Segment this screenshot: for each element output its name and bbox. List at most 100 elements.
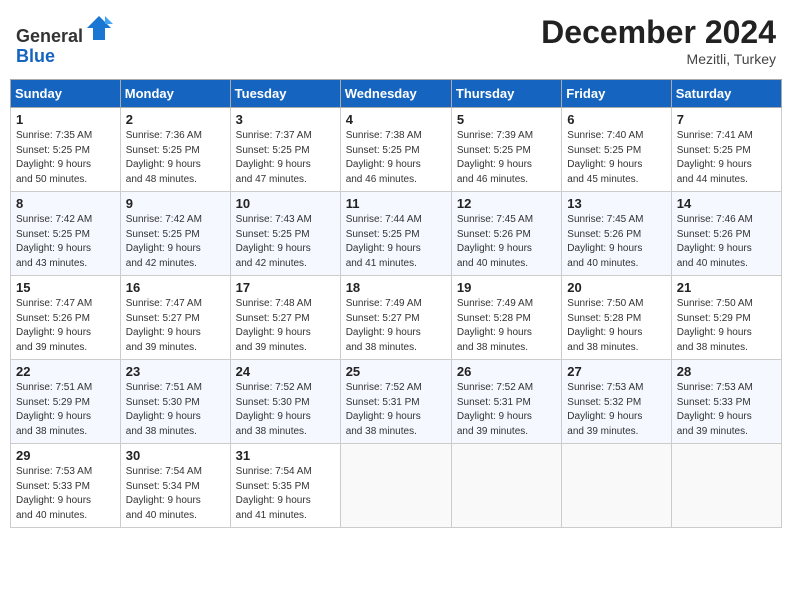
day-info: Sunrise: 7:42 AMSunset: 5:25 PMDaylight:… bbox=[126, 214, 202, 269]
calendar-header-row: Sunday Monday Tuesday Wednesday Thursday… bbox=[11, 80, 782, 108]
empty-cell bbox=[451, 444, 561, 528]
table-row: 4Sunrise: 7:38 AMSunset: 5:25 PMDaylight… bbox=[340, 108, 451, 192]
day-info: Sunrise: 7:50 AMSunset: 5:29 PMDaylight:… bbox=[677, 298, 753, 353]
day-number: 29 bbox=[16, 448, 115, 463]
day-number: 26 bbox=[457, 364, 556, 379]
table-row: 17 Sunrise: 7:48 AMSunset: 5:27 PMDayligh… bbox=[230, 276, 340, 360]
day-number: 9 bbox=[126, 196, 225, 211]
empty-cell bbox=[340, 444, 451, 528]
location-subtitle: Mezitli, Turkey bbox=[541, 51, 776, 67]
day-info: Sunrise: 7:37 AMSunset: 5:25 PMDaylight:… bbox=[236, 130, 312, 185]
day-info: Sunrise: 7:44 AMSunset: 5:25 PMDaylight:… bbox=[346, 214, 422, 269]
table-row: 3Sunrise: 7:37 AMSunset: 5:25 PMDaylight… bbox=[230, 108, 340, 192]
day-number: 16 bbox=[126, 280, 225, 295]
table-row: 18 Sunrise: 7:49 AMSunset: 5:27 PMDayligh… bbox=[340, 276, 451, 360]
day-info: Sunrise: 7:35 AMSunset: 5:25 PMDaylight:… bbox=[16, 130, 92, 185]
day-number: 13 bbox=[567, 196, 665, 211]
table-row: 6 Sunrise: 7:40 AMSunset: 5:25 PMDaylight… bbox=[562, 108, 671, 192]
day-number: 25 bbox=[346, 364, 446, 379]
day-info: Sunrise: 7:43 AMSunset: 5:25 PMDaylight:… bbox=[236, 214, 312, 269]
table-row: 26 Sunrise: 7:52 AMSunset: 5:31 PMDayligh… bbox=[451, 360, 561, 444]
col-sunday: Sunday bbox=[11, 80, 121, 108]
day-number: 17 bbox=[236, 280, 335, 295]
table-row: 20 Sunrise: 7:50 AMSunset: 5:28 PMDayligh… bbox=[562, 276, 671, 360]
table-row: 22 Sunrise: 7:51 AMSunset: 5:29 PMDayligh… bbox=[11, 360, 121, 444]
day-info: Sunrise: 7:39 AMSunset: 5:25 PMDaylight:… bbox=[457, 130, 533, 185]
day-info: Sunrise: 7:41 AMSunset: 5:25 PMDaylight:… bbox=[677, 130, 753, 185]
table-row: 11 Sunrise: 7:44 AMSunset: 5:25 PMDayligh… bbox=[340, 192, 451, 276]
day-info: Sunrise: 7:52 AMSunset: 5:30 PMDaylight:… bbox=[236, 382, 312, 437]
day-info: Sunrise: 7:53 AMSunset: 5:33 PMDaylight:… bbox=[677, 382, 753, 437]
day-number: 27 bbox=[567, 364, 665, 379]
table-row: 29 Sunrise: 7:53 AMSunset: 5:33 PMDayligh… bbox=[11, 444, 121, 528]
table-row: 31 Sunrise: 7:54 AMSunset: 5:35 PMDayligh… bbox=[230, 444, 340, 528]
table-row: 15Sunrise: 7:47 AMSunset: 5:26 PMDayligh… bbox=[11, 276, 121, 360]
table-row: 25 Sunrise: 7:52 AMSunset: 5:31 PMDayligh… bbox=[340, 360, 451, 444]
table-row: 28Sunrise: 7:53 AMSunset: 5:33 PMDayligh… bbox=[671, 360, 781, 444]
day-number: 6 bbox=[567, 112, 665, 127]
table-row: 21 Sunrise: 7:50 AMSunset: 5:29 PMDayligh… bbox=[671, 276, 781, 360]
table-row: 10 Sunrise: 7:43 AMSunset: 5:25 PMDayligh… bbox=[230, 192, 340, 276]
day-number: 23 bbox=[126, 364, 225, 379]
day-number: 8 bbox=[16, 196, 115, 211]
col-thursday: Thursday bbox=[451, 80, 561, 108]
day-number: 21 bbox=[677, 280, 776, 295]
day-number: 12 bbox=[457, 196, 556, 211]
table-row: 27 Sunrise: 7:53 AMSunset: 5:32 PMDayligh… bbox=[562, 360, 671, 444]
table-row: 23Sunrise: 7:51 AMSunset: 5:30 PMDayligh… bbox=[120, 360, 230, 444]
day-info: Sunrise: 7:53 AMSunset: 5:32 PMDaylight:… bbox=[567, 382, 643, 437]
day-number: 30 bbox=[126, 448, 225, 463]
day-info: Sunrise: 7:54 AMSunset: 5:35 PMDaylight:… bbox=[236, 466, 312, 521]
day-info: Sunrise: 7:52 AMSunset: 5:31 PMDaylight:… bbox=[346, 382, 422, 437]
table-row: 24 Sunrise: 7:52 AMSunset: 5:30 PMDayligh… bbox=[230, 360, 340, 444]
logo-general: General bbox=[16, 26, 83, 46]
day-info: Sunrise: 7:53 AMSunset: 5:33 PMDaylight:… bbox=[16, 466, 92, 521]
day-number: 5 bbox=[457, 112, 556, 127]
day-number: 14 bbox=[677, 196, 776, 211]
col-tuesday: Tuesday bbox=[230, 80, 340, 108]
day-number: 2 bbox=[126, 112, 225, 127]
day-number: 1 bbox=[16, 112, 115, 127]
day-info: Sunrise: 7:54 AMSunset: 5:34 PMDaylight:… bbox=[126, 466, 202, 521]
table-row: 19 Sunrise: 7:49 AMSunset: 5:28 PMDayligh… bbox=[451, 276, 561, 360]
table-row: 7 Sunrise: 7:41 AMSunset: 5:25 PMDaylight… bbox=[671, 108, 781, 192]
day-info: Sunrise: 7:51 AMSunset: 5:29 PMDaylight:… bbox=[16, 382, 92, 437]
day-number: 4 bbox=[346, 112, 446, 127]
table-row: 2Sunrise: 7:36 AMSunset: 5:25 PMDaylight… bbox=[120, 108, 230, 192]
logo: General Blue bbox=[16, 14, 113, 67]
logo-icon bbox=[85, 14, 113, 42]
day-info: Sunrise: 7:52 AMSunset: 5:31 PMDaylight:… bbox=[457, 382, 533, 437]
table-row: 13 Sunrise: 7:45 AMSunset: 5:26 PMDayligh… bbox=[562, 192, 671, 276]
page-header: General Blue December 2024 Mezitli, Turk… bbox=[10, 10, 782, 71]
day-info: Sunrise: 7:48 AMSunset: 5:27 PMDaylight:… bbox=[236, 298, 312, 353]
empty-cell bbox=[562, 444, 671, 528]
col-friday: Friday bbox=[562, 80, 671, 108]
day-info: Sunrise: 7:46 AMSunset: 5:26 PMDaylight:… bbox=[677, 214, 753, 269]
day-info: Sunrise: 7:42 AMSunset: 5:25 PMDaylight:… bbox=[16, 214, 92, 269]
day-number: 22 bbox=[16, 364, 115, 379]
day-number: 24 bbox=[236, 364, 335, 379]
day-info: Sunrise: 7:49 AMSunset: 5:27 PMDaylight:… bbox=[346, 298, 422, 353]
month-title: December 2024 bbox=[541, 14, 776, 51]
day-info: Sunrise: 7:47 AMSunset: 5:26 PMDaylight:… bbox=[16, 298, 92, 353]
day-info: Sunrise: 7:50 AMSunset: 5:28 PMDaylight:… bbox=[567, 298, 643, 353]
day-number: 18 bbox=[346, 280, 446, 295]
day-number: 7 bbox=[677, 112, 776, 127]
empty-cell bbox=[671, 444, 781, 528]
day-info: Sunrise: 7:45 AMSunset: 5:26 PMDaylight:… bbox=[567, 214, 643, 269]
table-row: 14 Sunrise: 7:46 AMSunset: 5:26 PMDayligh… bbox=[671, 192, 781, 276]
table-row: 9 Sunrise: 7:42 AMSunset: 5:25 PMDaylight… bbox=[120, 192, 230, 276]
day-info: Sunrise: 7:49 AMSunset: 5:28 PMDaylight:… bbox=[457, 298, 533, 353]
day-info: Sunrise: 7:40 AMSunset: 5:25 PMDaylight:… bbox=[567, 130, 643, 185]
day-number: 31 bbox=[236, 448, 335, 463]
logo-blue: Blue bbox=[16, 46, 55, 66]
day-number: 19 bbox=[457, 280, 556, 295]
day-number: 10 bbox=[236, 196, 335, 211]
table-row: 8 Sunrise: 7:42 AMSunset: 5:25 PMDaylight… bbox=[11, 192, 121, 276]
calendar-table: Sunday Monday Tuesday Wednesday Thursday… bbox=[10, 79, 782, 528]
table-row: 12Sunrise: 7:45 AMSunset: 5:26 PMDayligh… bbox=[451, 192, 561, 276]
col-monday: Monday bbox=[120, 80, 230, 108]
day-number: 20 bbox=[567, 280, 665, 295]
col-saturday: Saturday bbox=[671, 80, 781, 108]
day-number: 11 bbox=[346, 196, 446, 211]
